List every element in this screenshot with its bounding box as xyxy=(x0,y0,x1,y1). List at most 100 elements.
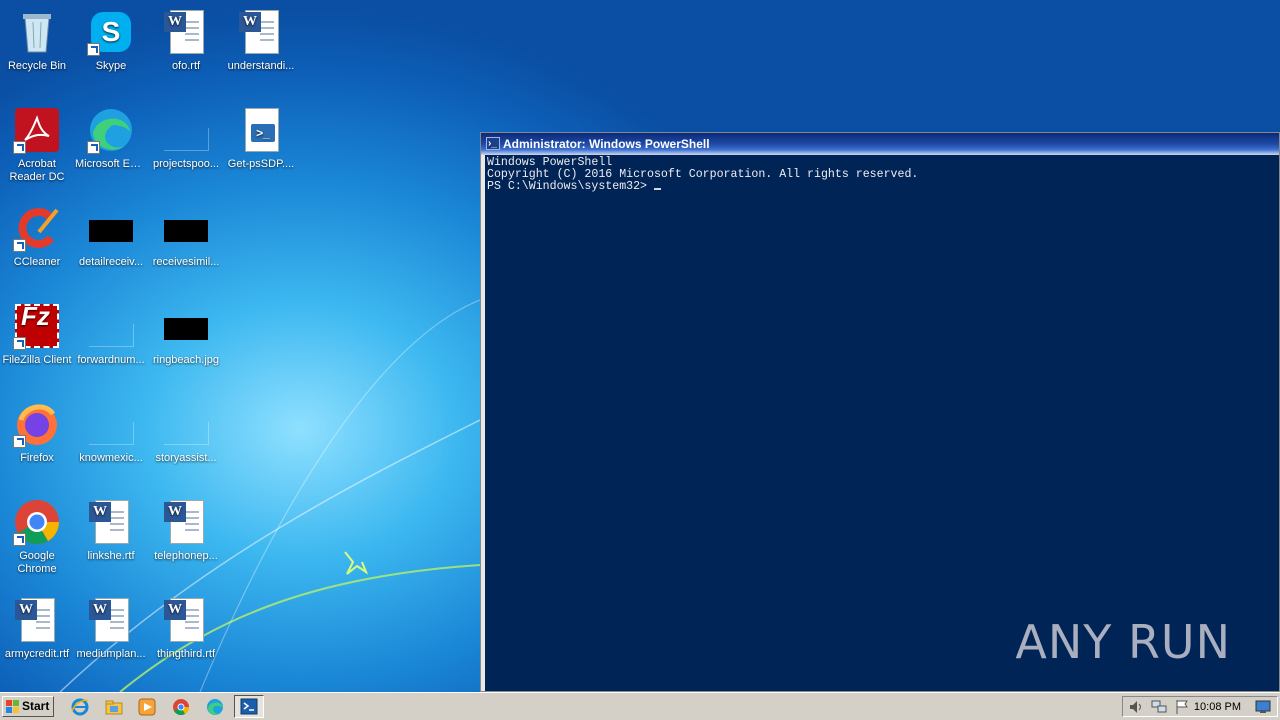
edge-icon xyxy=(87,106,135,154)
action-center-flag-icon[interactable] xyxy=(1175,699,1189,715)
desktop-icon-ofo[interactable]: W ofo.rtf xyxy=(149,2,223,73)
powershell-window[interactable]: Administrator: Windows PowerShell Window… xyxy=(480,132,1280,692)
desktop-icon-projectspoo[interactable]: projectspoo... xyxy=(149,100,223,171)
desktop-icon-storyassist[interactable]: storyassist... xyxy=(149,394,223,465)
desktop-icon-label: thingthird.rtf xyxy=(156,648,216,660)
file-icon xyxy=(87,302,135,350)
explorer-icon[interactable] xyxy=(104,697,124,717)
desktop-icon-knowmexic[interactable]: knowmexic... xyxy=(74,394,148,465)
image-file-icon xyxy=(87,204,135,252)
desktop-icon-skype[interactable]: S Skype xyxy=(74,2,148,73)
desktop-icon-label: telephonep... xyxy=(154,550,218,562)
desktop-icon-understandi[interactable]: W understandi... xyxy=(224,2,298,73)
anyrun-watermark: ANY RUN xyxy=(1015,615,1231,669)
image-file-icon xyxy=(162,302,210,350)
edge-icon[interactable] xyxy=(205,697,225,717)
desktop-icon-filezilla[interactable]: Fz FileZilla Client xyxy=(0,296,74,367)
desktop-icon-label: receivesimil... xyxy=(152,256,220,268)
file-icon xyxy=(87,400,135,448)
desktop-icon-label: Acrobat Reader DC xyxy=(9,158,65,183)
desktop-icon-recycle-bin[interactable]: Recycle Bin xyxy=(0,2,74,73)
desktop-icon-label: projectspoo... xyxy=(152,158,220,170)
ccleaner-icon xyxy=(13,204,61,252)
volume-icon[interactable] xyxy=(1129,700,1143,714)
console-prompt-line[interactable]: PS C:\Windows\system32> xyxy=(487,181,1279,193)
powershell-icon xyxy=(240,698,258,715)
network-icon[interactable] xyxy=(1151,700,1167,714)
desktop-icon-ringbeach[interactable]: ringbeach.jpg xyxy=(149,296,223,367)
desktop-icon-label: ofo.rtf xyxy=(171,60,201,72)
desktop-icon-thingthird[interactable]: W thingthird.rtf xyxy=(149,590,223,661)
desktop-icon-receivesimil[interactable]: receivesimil... xyxy=(149,198,223,269)
powershell-icon xyxy=(486,133,500,155)
system-tray: 10:08 PM xyxy=(1122,696,1278,717)
shortcut-arrow-icon xyxy=(13,337,26,350)
word-document-icon: W xyxy=(162,596,210,644)
desktop-icon-label: Recycle Bin xyxy=(7,60,67,72)
desktop-icon-label: detailreceiv... xyxy=(79,256,143,268)
shortcut-arrow-icon xyxy=(87,43,100,56)
powershell-script-icon: >_ xyxy=(237,106,285,154)
desktop-icon-telephonep[interactable]: W telephonep... xyxy=(149,492,223,563)
console-output[interactable]: Windows PowerShell Copyright (C) 2016 Mic… xyxy=(485,155,1279,691)
taskbar: Start 10:08 PM xyxy=(0,692,1280,720)
desktop-icon-label: armycredit.rtf xyxy=(4,648,70,660)
skype-icon: S xyxy=(87,8,135,56)
media-player-icon[interactable] xyxy=(137,697,157,717)
desktop-icon-firefox[interactable]: Firefox xyxy=(0,394,74,465)
image-file-icon xyxy=(162,204,210,252)
shortcut-arrow-icon xyxy=(13,435,26,448)
desktop-icon-ccleaner[interactable]: CCleaner xyxy=(0,198,74,269)
word-document-icon: W xyxy=(162,498,210,546)
desktop-icon-label: understandi... xyxy=(227,60,295,72)
word-document-icon: W xyxy=(87,498,135,546)
desktop-icon-acrobat[interactable]: Acrobat Reader DC xyxy=(0,100,74,184)
desktop-icon-armycredit[interactable]: W armycredit.rtf xyxy=(0,590,74,661)
start-button[interactable]: Start xyxy=(2,696,54,717)
window-title-bar[interactable]: Administrator: Windows PowerShell xyxy=(481,133,1279,155)
desktop-icon-label: FileZilla Client xyxy=(2,354,72,366)
shortcut-arrow-icon xyxy=(13,141,26,154)
desktop-icon-label: Google Chrome xyxy=(17,550,57,575)
desktop-icon-label: Skype xyxy=(95,60,127,72)
word-document-icon: W xyxy=(13,596,61,644)
shortcut-arrow-icon xyxy=(13,533,26,546)
desktop-icon-label: linkshe.rtf xyxy=(87,550,135,562)
file-icon xyxy=(162,106,210,154)
start-label: Start xyxy=(22,699,50,713)
acrobat-reader-icon xyxy=(13,106,61,154)
chrome-icon[interactable] xyxy=(171,697,191,717)
desktop-icon-mediumplan[interactable]: W mediumplan... xyxy=(74,590,148,661)
console-prompt: PS C:\Windows\system32> xyxy=(487,180,654,193)
desktop-icon-get-pssdp[interactable]: >_ Get-psSDP.... xyxy=(224,100,298,171)
desktop-icon-label: ringbeach.jpg xyxy=(152,354,220,366)
desktop-icon-label: CCleaner xyxy=(13,256,61,268)
word-document-icon: W xyxy=(162,8,210,56)
desktop-icon-label: knowmexic... xyxy=(79,452,143,464)
window-title: Administrator: Windows PowerShell xyxy=(503,137,710,151)
chrome-icon xyxy=(13,498,61,546)
show-desktop-icon[interactable] xyxy=(1255,700,1271,714)
desktop-icon-label: Microsoft Edge xyxy=(75,158,148,170)
file-icon xyxy=(162,400,210,448)
desktop-icon-label: mediumplan... xyxy=(76,648,146,660)
clock[interactable]: 10:08 PM xyxy=(1194,701,1241,713)
firefox-icon xyxy=(13,400,61,448)
desktop-icon-detailreceiv[interactable]: detailreceiv... xyxy=(74,198,148,269)
text-cursor xyxy=(653,188,661,190)
word-document-icon: W xyxy=(237,8,285,56)
desktop-icon-label: forwardnum... xyxy=(77,354,145,366)
shortcut-arrow-icon xyxy=(87,141,100,154)
desktop-icon-chrome[interactable]: Google Chrome xyxy=(0,492,74,576)
taskbar-button-powershell[interactable] xyxy=(234,695,264,718)
shortcut-arrow-icon xyxy=(13,239,26,252)
word-document-icon: W xyxy=(87,596,135,644)
desktop-icon-label: Firefox xyxy=(20,452,54,464)
recycle-bin-icon xyxy=(13,8,61,56)
desktop-icon-edge[interactable]: Microsoft Edge xyxy=(74,100,148,171)
desktop-icon-linkshe[interactable]: W linkshe.rtf xyxy=(74,492,148,563)
desktop-icon-label: Get-psSDP.... xyxy=(227,158,295,170)
internet-explorer-icon[interactable] xyxy=(70,697,90,717)
filezilla-icon: Fz xyxy=(13,302,61,350)
desktop-icon-forwardnum[interactable]: forwardnum... xyxy=(74,296,148,367)
